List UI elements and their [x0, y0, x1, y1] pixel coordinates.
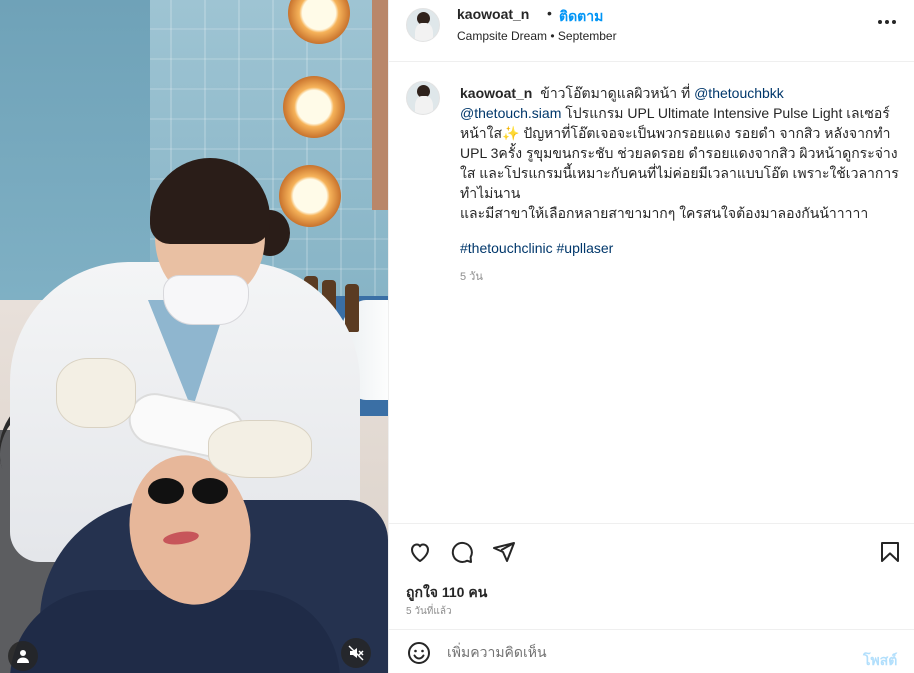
caption-time: 5 วัน — [460, 271, 483, 283]
user-tag-icon[interactable] — [8, 641, 38, 671]
muted-speaker-icon[interactable] — [341, 638, 371, 668]
header-separator: • — [547, 5, 552, 21]
caption-section: kaowoat_n ข้าวโอ๊ตมาดูแลผิวหน้า ที่ @the… — [389, 63, 914, 523]
action-bar: ถูกใจ 110 คน 5 วันที่แล้ว — [389, 523, 914, 629]
hashtag-links[interactable]: #thetouchclinic #upllaser — [460, 240, 613, 256]
post-side-panel: kaowoat_n • ติดตาม Campsite Dream • Sept… — [388, 0, 914, 673]
avatar[interactable] — [406, 8, 440, 42]
caption-text: kaowoat_n ข้าวโอ๊ตมาดูแลผิวหน้า ที่ @the… — [460, 83, 900, 223]
heart-icon[interactable] — [406, 538, 434, 566]
header-username[interactable]: kaowoat_n — [457, 6, 529, 22]
caption-avatar[interactable] — [406, 81, 440, 115]
comment-icon[interactable] — [448, 538, 476, 566]
post-timestamp[interactable]: 5 วันที่แล้ว — [406, 604, 452, 619]
vanity-lamp — [283, 76, 345, 138]
gloved-hand — [56, 358, 136, 428]
post-header: kaowoat_n • ติดตาม Campsite Dream • Sept… — [389, 0, 914, 62]
caption-username[interactable]: kaowoat_n — [460, 85, 532, 101]
emoji-icon[interactable] — [405, 639, 433, 667]
face-mask — [163, 275, 249, 325]
post-media[interactable] — [0, 0, 388, 673]
mirror-frame — [372, 0, 388, 210]
mention-link[interactable]: @thetouch.siam — [460, 105, 561, 121]
comment-input[interactable] — [447, 640, 847, 664]
caption-part3: และมีสาขาให้เลือกหลายสาขามากๆ ใครสนใจต้อ… — [460, 205, 869, 221]
likes-count[interactable]: ถูกใจ 110 คน — [406, 582, 487, 604]
comment-bar: โพสต์ — [389, 629, 914, 673]
gloved-hand — [208, 420, 312, 478]
share-icon[interactable] — [490, 538, 518, 566]
mention-link[interactable]: @thetouchbkk — [694, 85, 784, 101]
bottle — [345, 284, 359, 332]
follow-button[interactable]: ติดตาม — [559, 6, 603, 28]
vanity-lamp — [279, 165, 341, 227]
location-link[interactable]: Campsite Dream • September — [457, 29, 617, 43]
protective-goggles — [148, 478, 248, 512]
caption-part1: ข้าวโอ๊ตมาดูแลผิวหน้า ที่ — [540, 85, 691, 101]
media-wall-shadow — [0, 0, 150, 300]
bookmark-icon[interactable] — [876, 538, 904, 566]
more-options-icon[interactable] — [877, 12, 897, 32]
post-comment-button[interactable]: โพสต์ — [863, 650, 897, 672]
patient-shirt — [10, 590, 340, 673]
